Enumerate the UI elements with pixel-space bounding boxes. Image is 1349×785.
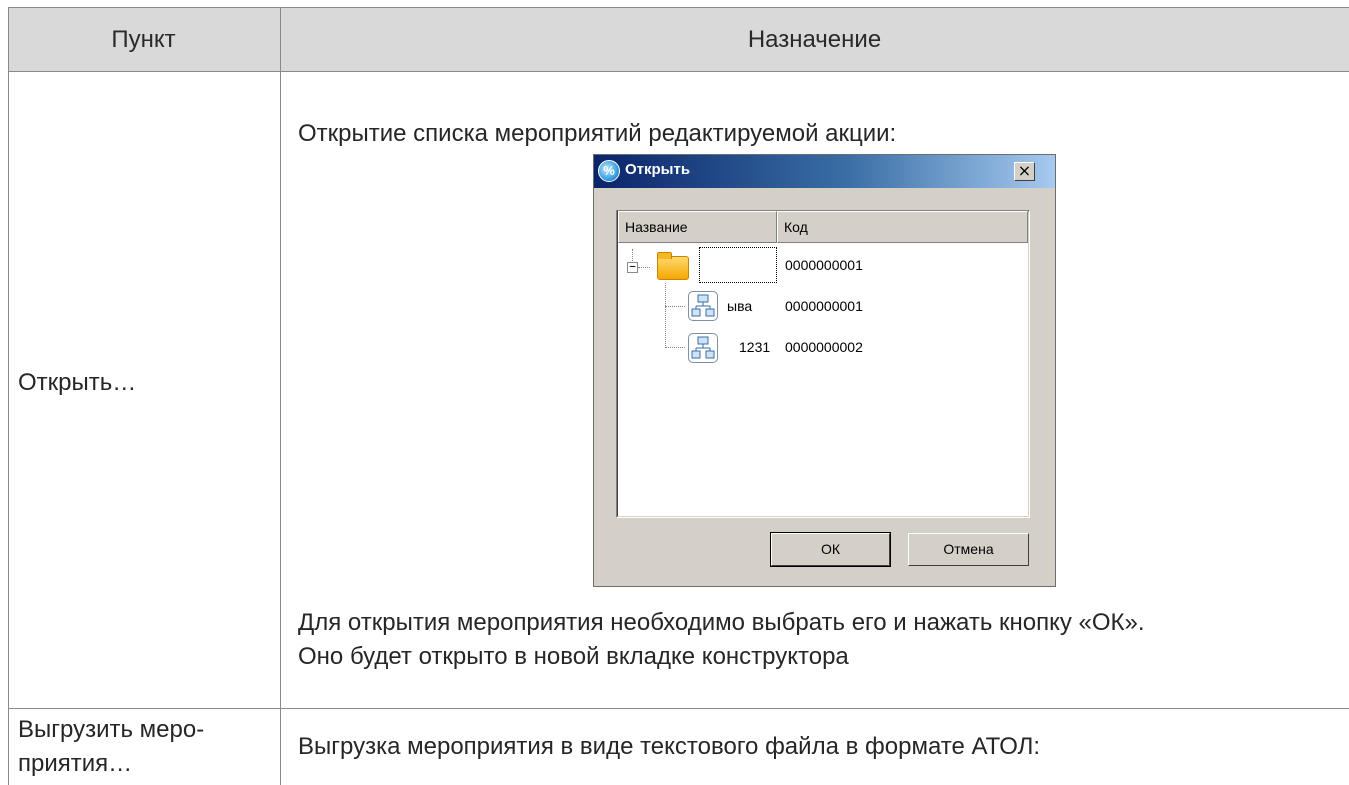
tree-item-code[interactable]: 0000000001 [785,298,863,314]
dialog-titlebar[interactable]: % Открыть × [594,155,1055,188]
row-open-note-line2: Оно будет открыто в новой вкладке констр… [298,643,849,670]
row-item-open: Открыть… [18,369,137,396]
tree-item-code[interactable]: 0000000002 [785,339,863,355]
dialog-title: Открыть [625,161,691,178]
tree-connector [665,306,685,307]
table-left-border [8,7,9,785]
row-export-intro: Выгрузка мероприятия в виде текстового ф… [298,733,1041,760]
tree-item-name-editor[interactable] [699,247,777,283]
row-open-note-line1: Для открытия мероприятия необходимо выбр… [298,609,1145,636]
folder-icon [657,252,689,280]
row-item-export-line1: Выгрузить меро- [18,716,205,743]
tree-item-name[interactable]: ыва [727,298,752,314]
row-open-intro: Открытие списка мероприятий редактируемо… [298,120,897,147]
tree-item-code[interactable]: 0000000001 [785,257,863,273]
tree-connector [638,267,650,268]
app-logo-icon: % [598,160,620,182]
tree-connector [665,347,685,348]
close-button[interactable]: × [1014,162,1035,181]
open-dialog: % Открыть × Название Код − 0000000001 ыв… [593,154,1056,587]
collapse-icon[interactable]: − [627,261,638,273]
row-divider [8,708,1349,709]
row-item-export-line2: приятия… [18,750,133,777]
header-purpose: Назначение [747,25,882,53]
tree-connector [665,283,666,348]
header-item: Пункт [111,25,176,53]
column-header-name[interactable]: Название [618,211,777,243]
event-hierarchy-icon [688,291,718,321]
events-tree[interactable]: Название Код − 0000000001 ыва 0000000001 [616,210,1030,518]
ok-button[interactable]: ОК [770,532,891,567]
cancel-button[interactable]: Отмена [908,533,1029,566]
column-header-code[interactable]: Код [777,211,1028,243]
tree-item-name[interactable]: 1231 [739,339,770,355]
event-hierarchy-icon [688,333,718,363]
table-header: Пункт Назначение [8,7,1349,72]
table-column-divider [280,7,281,785]
